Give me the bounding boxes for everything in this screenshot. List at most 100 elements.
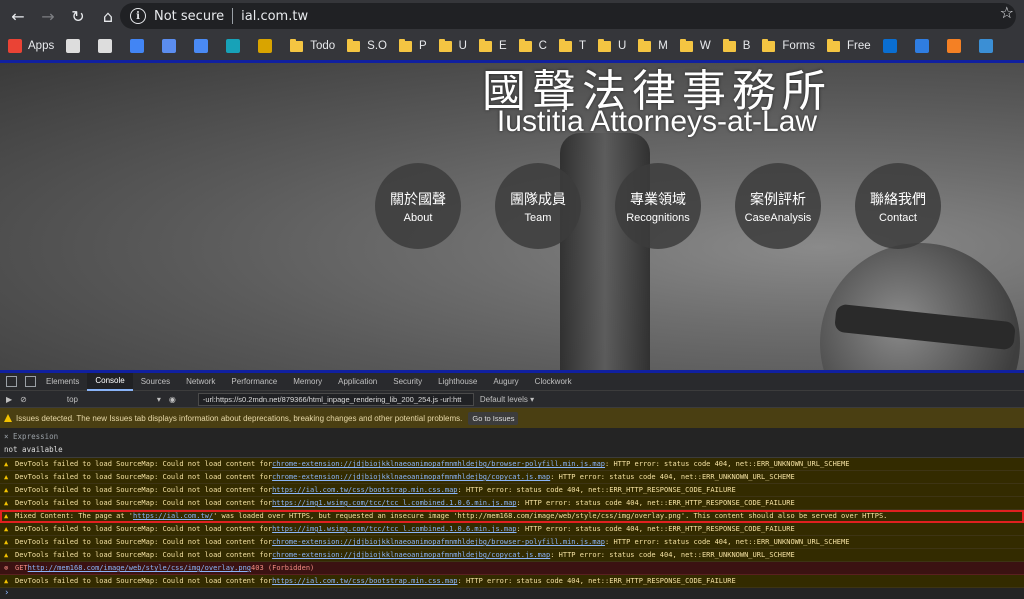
log-text: DevTools failed to load SourceMap: Could… <box>15 473 273 481</box>
log-link[interactable]: https://img1.wsimg.com/tcc/tcc_l.combine… <box>272 525 516 533</box>
circle-logo-icon <box>258 39 273 53</box>
console-prompt[interactable]: › <box>0 588 1024 599</box>
log-link[interactable]: chrome-extension://jdjbiojkklnaeoanimopa… <box>272 538 605 546</box>
nav-label-en: Recognitions <box>626 211 690 224</box>
console-filter-input[interactable]: -url:https://s0.2mdn.net/879366/html_inp… <box>197 392 474 406</box>
nav-circle-about[interactable]: 關於國聲 About <box>375 163 461 249</box>
bookmark-label: E <box>498 40 507 52</box>
folder-icon <box>558 38 572 52</box>
photos-icon <box>162 39 177 53</box>
log-text: : HTTP error: status code 404, net::ERR_… <box>605 460 850 468</box>
bookmark-item[interactable]: B <box>722 38 750 52</box>
bookmark-item[interactable]: Apps <box>8 39 54 53</box>
bookmark-item[interactable]: Todo <box>290 38 335 52</box>
devtools-tab-security[interactable]: Security <box>385 373 430 391</box>
log-text: : HTTP error: status code 404, net::ERR_… <box>516 499 795 507</box>
log-link[interactable]: chrome-extension://jdjbiojkklnaeoanimopa… <box>272 551 550 559</box>
devtools-tab-clockwork[interactable]: Clockwork <box>527 373 580 391</box>
log-text: DevTools failed to load SourceMap: Could… <box>15 551 273 559</box>
devtools-tab-memory[interactable]: Memory <box>285 373 330 391</box>
log-link[interactable]: https://ial.com.tw/ <box>133 512 213 520</box>
address-bar[interactable]: i Not secure ial.com.tw <box>120 3 1016 29</box>
log-link[interactable]: https://ial.com.tw/css/bootstrap.min.css… <box>272 486 457 494</box>
bookmark-item[interactable]: U <box>597 38 627 52</box>
folder-icon <box>347 38 361 52</box>
bookmark-item[interactable] <box>882 39 903 53</box>
bookmark-item[interactable] <box>978 39 999 53</box>
warning-icon <box>4 414 12 422</box>
sidebar-toggle-icon[interactable]: ▶ <box>6 395 12 404</box>
nav-circle-caseanalysis[interactable]: 案例評析 CaseAnalysis <box>735 163 821 249</box>
bookmark-item[interactable]: T <box>558 38 586 52</box>
log-link[interactable]: chrome-extension://jdjbiojkklnaeoanimopa… <box>272 473 550 481</box>
warning-icon: ▲ <box>4 577 9 585</box>
log-link[interactable]: chrome-extension://jdjbiojkklnaeoanimopa… <box>272 460 605 468</box>
device-toolbar-icon[interactable] <box>25 376 36 387</box>
google-icon <box>130 39 145 53</box>
devtools-tab-performance[interactable]: Performance <box>223 373 285 391</box>
bookmark-item[interactable]: U <box>438 38 467 52</box>
folder-icon <box>478 38 492 52</box>
warning-icon: ▲ <box>4 473 9 481</box>
log-text: : HTTP error: status code 404, net::ERR_… <box>550 473 795 481</box>
bookmark-item[interactable]: C <box>518 38 547 52</box>
devtools-tab-augury[interactable]: Augury <box>485 373 526 391</box>
nav-circle-team[interactable]: 團隊成員 Team <box>495 163 581 249</box>
reload-icon[interactable]: ↻ <box>66 4 90 28</box>
devtools-tab-console[interactable]: Console <box>87 372 133 391</box>
close-icon[interactable]: × <box>4 432 13 441</box>
devtools-tab-network[interactable]: Network <box>178 373 223 391</box>
url-text[interactable]: ial.com.tw <box>241 9 308 24</box>
mixed-content-warning-row: ▲ Mixed Content: The page at ' https://ial… <box>0 510 1024 523</box>
devtools-tab-elements[interactable]: Elements <box>38 373 87 391</box>
go-to-issues-button[interactable]: Go to Issues <box>468 411 519 425</box>
log-link[interactable]: https://img1.wsimg.com/tcc/tcc_l.combine… <box>272 499 516 507</box>
back-arrow-icon[interactable]: ← <box>6 4 30 28</box>
bookmark-item[interactable]: Free <box>827 38 871 52</box>
bookmark-item[interactable] <box>66 39 86 53</box>
devtools-tab-application[interactable]: Application <box>330 373 385 391</box>
warning-log-row: ▲ DevTools failed to load SourceMap: Coul… <box>0 497 1024 510</box>
bookmark-item[interactable]: Forms <box>762 38 815 52</box>
bookmark-star-icon[interactable]: ☆ <box>1000 3 1014 22</box>
inspect-element-icon[interactable] <box>6 376 17 387</box>
bookmark-item[interactable] <box>130 39 150 53</box>
log-levels-select[interactable]: Default levels ▾ <box>480 395 534 404</box>
bookmark-item[interactable]: M <box>638 38 668 52</box>
info-icon[interactable]: i <box>130 8 146 24</box>
bookmark-item[interactable] <box>194 39 214 53</box>
log-text: : HTTP error: status code 404, net::ERR_… <box>457 577 736 585</box>
bookmark-item[interactable] <box>98 39 118 53</box>
bookmark-item[interactable]: E <box>478 38 507 52</box>
home-icon[interactable]: ⌂ <box>96 4 120 28</box>
bookmark-item[interactable]: S.O <box>347 38 387 52</box>
star-icon <box>98 39 113 53</box>
nav-circle-contact[interactable]: 聯絡我們 Contact <box>855 163 941 249</box>
stack-icon <box>946 39 961 53</box>
devtools-tab-lighthouse[interactable]: Lighthouse <box>430 373 485 391</box>
expression-label[interactable]: Expression <box>13 432 58 441</box>
bookmark-item[interactable] <box>914 39 935 53</box>
bookmark-item[interactable] <box>226 39 246 53</box>
devtools-tab-sources[interactable]: Sources <box>133 373 178 391</box>
error-log-row: ⊗ GET http://mem168.com/image/web/style/c… <box>0 562 1024 575</box>
folder-icon <box>827 38 840 52</box>
clear-console-icon[interactable]: ⊘ <box>20 395 27 404</box>
bookmark-item[interactable] <box>162 39 182 53</box>
security-label[interactable]: Not secure <box>154 9 224 24</box>
bookmark-label: U <box>458 40 467 52</box>
bookmark-item[interactable]: P <box>398 38 427 52</box>
log-link[interactable]: https://ial.com.tw/css/bootstrap.min.css… <box>272 577 457 585</box>
bookmark-item[interactable] <box>258 39 278 53</box>
bookmark-item[interactable]: W <box>679 38 711 52</box>
context-select[interactable]: top <box>67 395 157 404</box>
nav-label-zh: 專業領域 <box>630 191 686 208</box>
nav-circle-recognitions[interactable]: 專業領域 Recognitions <box>615 163 701 249</box>
bookmark-label: U <box>617 40 627 52</box>
warning-icon: ▲ <box>4 512 9 520</box>
eye-icon[interactable]: ◉ <box>169 395 176 404</box>
log-link[interactable]: http://mem168.com/image/web/style/css/im… <box>28 564 251 572</box>
context-dropdown-icon[interactable]: ▾ <box>157 395 161 404</box>
forward-arrow-icon[interactable]: → <box>36 4 60 28</box>
bookmark-item[interactable] <box>946 39 967 53</box>
